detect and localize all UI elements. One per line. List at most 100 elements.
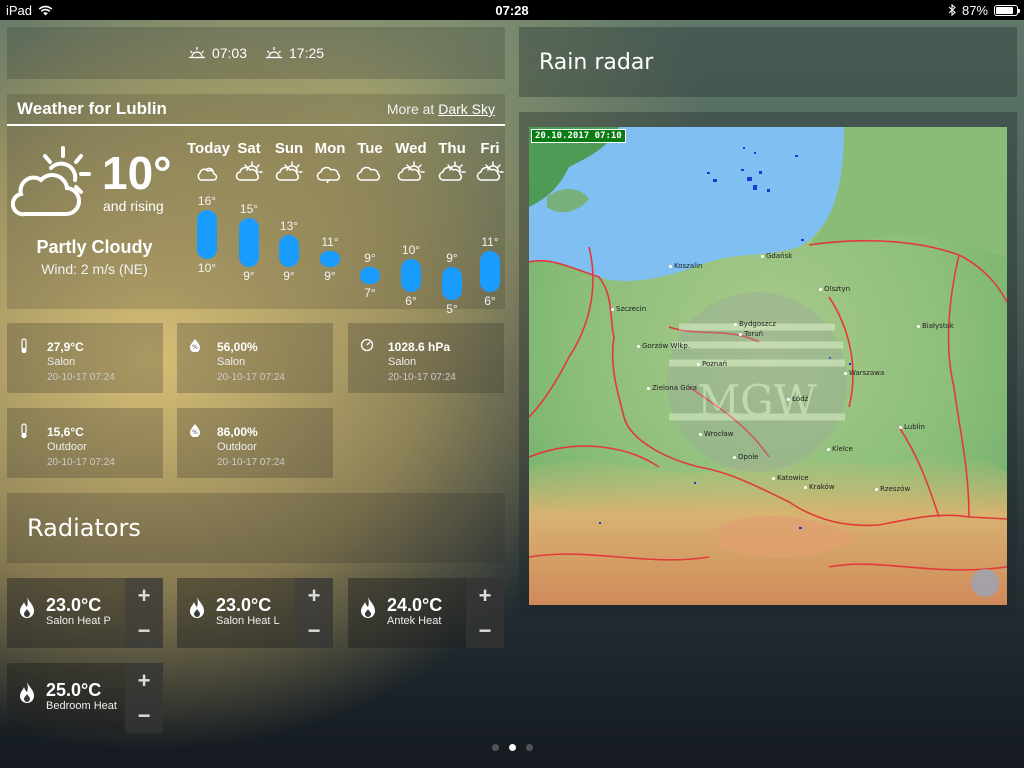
flame-icon: [358, 596, 378, 625]
forecast-high: 15°: [239, 202, 259, 217]
radiator-controls: + −: [125, 578, 163, 648]
page-indicator[interactable]: [0, 744, 1024, 751]
forecast-low: 9°: [283, 269, 295, 284]
forecast-day: Thu 9° 5°: [432, 140, 472, 316]
radiator-setpoint: 23.0°C: [216, 595, 272, 615]
forecast-low: 9°: [243, 269, 255, 284]
forecast-day-name: Wed: [395, 140, 427, 157]
rain-cloud-icon: [310, 159, 350, 185]
status-bar: iPad 07:28 87%: [0, 0, 1024, 20]
sunset-time: 17:25: [289, 45, 325, 61]
forecast-low: 5°: [446, 302, 458, 316]
sensor-timestamp: 20-10-17 07:24: [217, 372, 285, 383]
forecast-day: Mon 11° 9°: [310, 140, 350, 283]
page-dot[interactable]: [491, 744, 499, 751]
radar-city-label: Bydgoszcz: [734, 320, 776, 328]
radar-timestamp: 20.10.2017 07:10: [531, 129, 626, 143]
sunrise-time: 07:03: [211, 45, 247, 61]
partly-cloudy-day-icon: [391, 159, 431, 185]
radar-city-label: Białystok: [917, 322, 954, 330]
sensor-card[interactable]: % 86,00% Outdoor 20-10-17 07:24: [177, 408, 333, 478]
battery-level: [996, 6, 1014, 14]
forecast-day: Tue 9° 7°: [350, 140, 390, 300]
forecast-low: 10°: [197, 261, 217, 276]
forecast-day-name: Fri: [480, 140, 500, 157]
radiators-title: Radiators: [27, 514, 141, 542]
forecast-low: 6°: [405, 293, 417, 308]
radiator-setpoint: 23.0°C: [46, 595, 102, 615]
weather-condition: Partly Cloudy: [36, 237, 153, 257]
sunrise-icon: [188, 47, 205, 59]
radar-city-label: Katowice: [772, 474, 809, 482]
humidity-icon: %: [189, 338, 201, 355]
forecast-high: 11°: [481, 234, 499, 249]
sensor-value: 56,00%: [217, 340, 258, 354]
partly-cloudy-icon: [11, 146, 91, 217]
sensor-card[interactable]: 15,6°C Outdoor 20-10-17 07:24: [7, 408, 163, 478]
battery-icon: [994, 4, 1020, 16]
radar-city-label: Wrocław: [699, 430, 733, 438]
rain-radar-map[interactable]: MGW 20.10.2017 07:10 Koszalin Gdańsk Olszt…: [529, 127, 1007, 605]
wifi-icon: [38, 5, 53, 15]
forecast-range-bar: [360, 267, 380, 284]
radiator-controls: + −: [295, 578, 333, 648]
sensor-card[interactable]: 1028.6 hPa Salon 20-10-17 07:24: [348, 323, 504, 393]
increase-button[interactable]: +: [138, 668, 151, 694]
forecast-high: 9°: [446, 251, 458, 266]
sensor-value: 1028.6 hPa: [388, 340, 451, 354]
forecast-strip: Today 16° 10° Sat 15° 9° Sun 13° 9° Mon …: [178, 140, 504, 316]
increase-button[interactable]: +: [479, 583, 492, 609]
thermometer-icon: [19, 423, 29, 442]
radar-city-label: Poznań: [697, 360, 727, 368]
radar-city-label: Rzeszów: [875, 485, 910, 493]
sensor-name: Outdoor: [47, 441, 87, 453]
page-dot-active[interactable]: [508, 744, 516, 751]
forecast-range-bar: [480, 250, 500, 292]
cloud-icon: [350, 159, 390, 185]
radiators-header: Radiators: [7, 493, 505, 563]
bluetooth-icon: [948, 4, 956, 16]
sensor-card[interactable]: % 56,00% Salon 20-10-17 07:24: [177, 323, 333, 393]
partly-cloudy-day-icon: [229, 159, 269, 185]
sensor-timestamp: 20-10-17 07:24: [217, 457, 285, 468]
sensor-timestamp: 20-10-17 07:24: [47, 457, 115, 468]
dark-sky-link[interactable]: Dark Sky: [438, 101, 495, 117]
forecast-low: 7°: [364, 285, 376, 300]
thermometer-icon: [19, 338, 29, 357]
forecast-day: Fri 11° 6°: [470, 140, 510, 308]
page-dot[interactable]: [525, 744, 533, 751]
radiator-controls: + −: [466, 578, 504, 648]
radar-city-label: Łódź: [787, 395, 808, 403]
forecast-day-name: Sat: [237, 140, 261, 157]
radar-city-label: Szczecin: [611, 305, 646, 313]
decrease-button[interactable]: −: [308, 618, 321, 644]
radiator-card: 23.0°C Salon Heat L + −: [177, 578, 333, 648]
radar-city-label: Zielona Góra: [647, 384, 697, 392]
radiator-name: Bedroom Heat: [46, 700, 117, 712]
increase-button[interactable]: +: [308, 583, 321, 609]
barometer-icon: [360, 338, 374, 355]
radar-map-image: MGW: [529, 127, 1007, 605]
partly-cloudy-day-icon: [470, 159, 510, 185]
forecast-range-bar: [401, 259, 421, 292]
increase-button[interactable]: +: [138, 583, 151, 609]
radar-city-label: Olsztyn: [819, 285, 850, 293]
sensor-card[interactable]: 27,9°C Salon 20-10-17 07:24: [7, 323, 163, 393]
more-at-text: More at Dark Sky: [387, 101, 495, 117]
forecast-range-bar: [239, 218, 259, 268]
forecast-range-bar: [442, 267, 462, 300]
forecast-day: Sun 13° 9°: [269, 140, 309, 283]
flame-icon: [17, 681, 37, 710]
forecast-high: 9°: [364, 251, 376, 266]
decrease-button[interactable]: −: [479, 618, 492, 644]
forecast-range-bar: [279, 234, 299, 268]
decrease-button[interactable]: −: [138, 618, 151, 644]
partly-cloudy-icon: [187, 159, 227, 185]
radar-city-label: Lublin: [899, 423, 925, 431]
sun-times-panel: 07:03 17:25: [7, 27, 505, 79]
sensor-timestamp: 20-10-17 07:24: [47, 372, 115, 383]
forecast-day: Sat 15° 9°: [229, 140, 269, 283]
humidity-icon: %: [189, 423, 201, 440]
forecast-range-bar: [320, 250, 340, 268]
decrease-button[interactable]: −: [138, 703, 151, 729]
